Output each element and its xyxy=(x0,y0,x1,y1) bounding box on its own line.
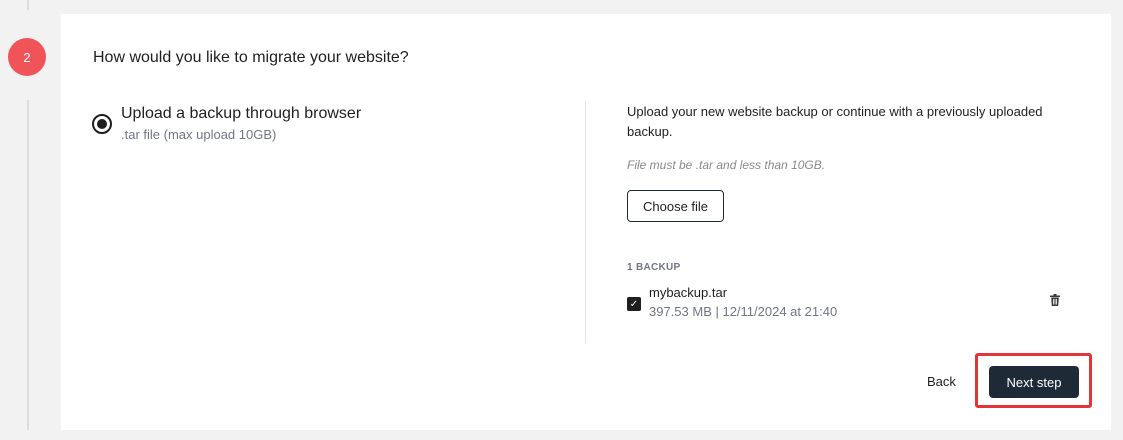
next-step-button[interactable]: Next step xyxy=(989,366,1079,398)
option-subtitle: .tar file (max upload 10GB) xyxy=(121,127,277,142)
backup-info: mybackup.tar 397.53 MB | 12/11/2024 at 2… xyxy=(649,285,837,319)
upload-panel: Upload your new website backup or contin… xyxy=(627,102,1087,319)
upload-hint: File must be .tar and less than 10GB. xyxy=(627,158,826,172)
backup-checkbox[interactable]: ✓ xyxy=(627,297,641,311)
backup-list-item: ✓ mybackup.tar 397.53 MB | 12/11/2024 at… xyxy=(627,285,1087,319)
back-button[interactable]: Back xyxy=(927,374,956,389)
upload-description: Upload your new website backup or contin… xyxy=(627,104,1043,139)
backup-file-name: mybackup.tar xyxy=(649,285,728,300)
checkmark-icon: ✓ xyxy=(629,298,639,310)
timeline-line-top xyxy=(27,0,29,10)
choose-file-button[interactable]: Choose file xyxy=(627,190,725,222)
timeline-line-bottom xyxy=(27,100,29,430)
radio-selected-dot xyxy=(97,119,107,129)
migration-card: How would you like to migrate your websi… xyxy=(61,14,1111,430)
card-title: How would you like to migrate your websi… xyxy=(93,49,409,66)
upload-backup-option[interactable]: Upload a backup through browser .tar fil… xyxy=(92,104,361,142)
option-text: Upload a backup through browser .tar fil… xyxy=(121,104,361,142)
trash-icon[interactable] xyxy=(1048,293,1062,307)
option-title: Upload a backup through browser xyxy=(121,105,362,122)
upload-backup-radio[interactable] xyxy=(92,114,112,134)
vertical-divider xyxy=(585,101,586,343)
backup-count-label: 1 BACKUP xyxy=(627,262,681,273)
backup-file-meta: 397.53 MB | 12/11/2024 at 21:40 xyxy=(649,304,838,319)
step-number-badge: 2 xyxy=(8,38,46,76)
